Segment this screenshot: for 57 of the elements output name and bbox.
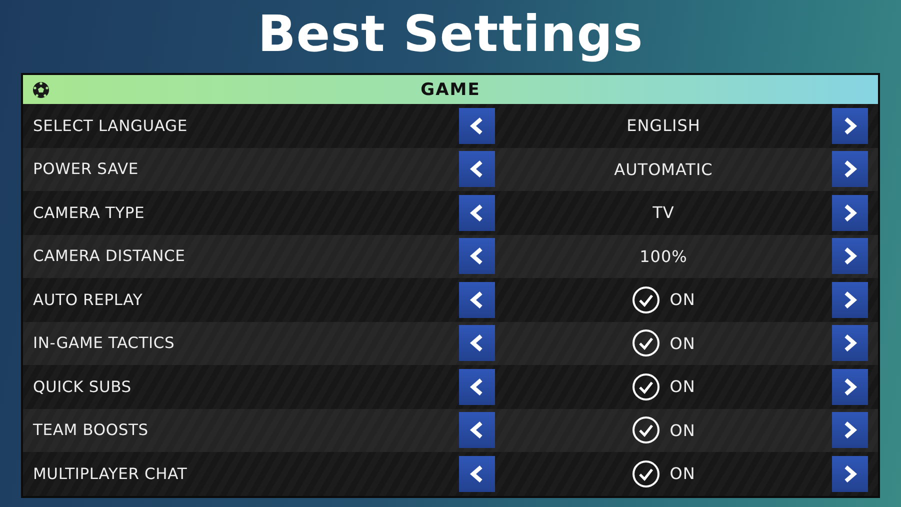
previous-option-button[interactable] [459,325,495,362]
next-option-button[interactable] [832,151,868,188]
chevron-left-icon [469,334,485,352]
previous-option-button[interactable] [459,151,495,188]
next-option-button[interactable] [832,456,868,492]
option-value: TV [652,203,674,222]
section-heading: GAME [420,80,480,100]
previous-option-button[interactable] [459,456,495,492]
chevron-right-icon [842,464,858,483]
setting-label: CAMERA TYPE [33,204,146,222]
previous-option-button[interactable] [459,238,495,274]
chevron-right-icon [842,378,858,396]
chevron-left-icon [469,204,485,222]
option-value: ON [670,377,696,396]
previous-option-button[interactable] [459,108,495,144]
next-option-button[interactable] [832,282,868,318]
option-value: ON [670,464,696,484]
chevron-right-icon [842,334,858,352]
next-option-button[interactable] [832,325,868,362]
setting-label: IN-GAME TACTICS [33,334,176,352]
option-value: ENGLISH [626,116,700,136]
option-value: AUTOMATIC [614,160,713,179]
chevron-left-icon [469,421,485,440]
previous-option-button[interactable] [459,412,495,448]
setting-label: CAMERA DISTANCE [33,247,186,266]
chevron-left-icon [469,290,485,309]
next-option-button[interactable] [832,368,868,405]
setting-label: TEAM BOOSTS [33,421,150,440]
next-option-button[interactable] [832,108,868,144]
page-title: Best Settings [258,4,644,65]
setting-label: POWER SAVE [33,160,140,178]
chevron-left-icon [469,464,485,483]
setting-label: QUICK SUBS [33,378,132,396]
option-value: ON [670,334,696,353]
chevron-left-icon [469,378,485,396]
chevron-left-icon [469,247,485,266]
setting-label: MULTIPLAYER CHAT [33,464,188,483]
next-option-button[interactable] [832,238,868,274]
soccer-ball-icon [32,81,50,99]
chevron-right-icon [842,160,858,178]
chevron-left-icon [469,116,485,135]
chevron-right-icon [842,290,858,309]
option-value: ON [670,420,696,440]
setting-label: AUTO REPLAY [33,290,144,309]
previous-option-button[interactable] [459,368,495,405]
next-option-button[interactable] [832,412,868,448]
chevron-right-icon [842,247,858,266]
chevron-right-icon [842,204,858,222]
option-value: 100% [640,246,688,266]
setting-label: SELECT LANGUAGE [33,116,188,135]
chevron-right-icon [842,116,858,135]
next-option-button[interactable] [832,194,868,231]
previous-option-button[interactable] [459,282,495,318]
chevron-right-icon [842,421,858,440]
previous-option-button[interactable] [459,194,495,231]
chevron-left-icon [469,160,485,178]
option-value: ON [670,290,696,310]
